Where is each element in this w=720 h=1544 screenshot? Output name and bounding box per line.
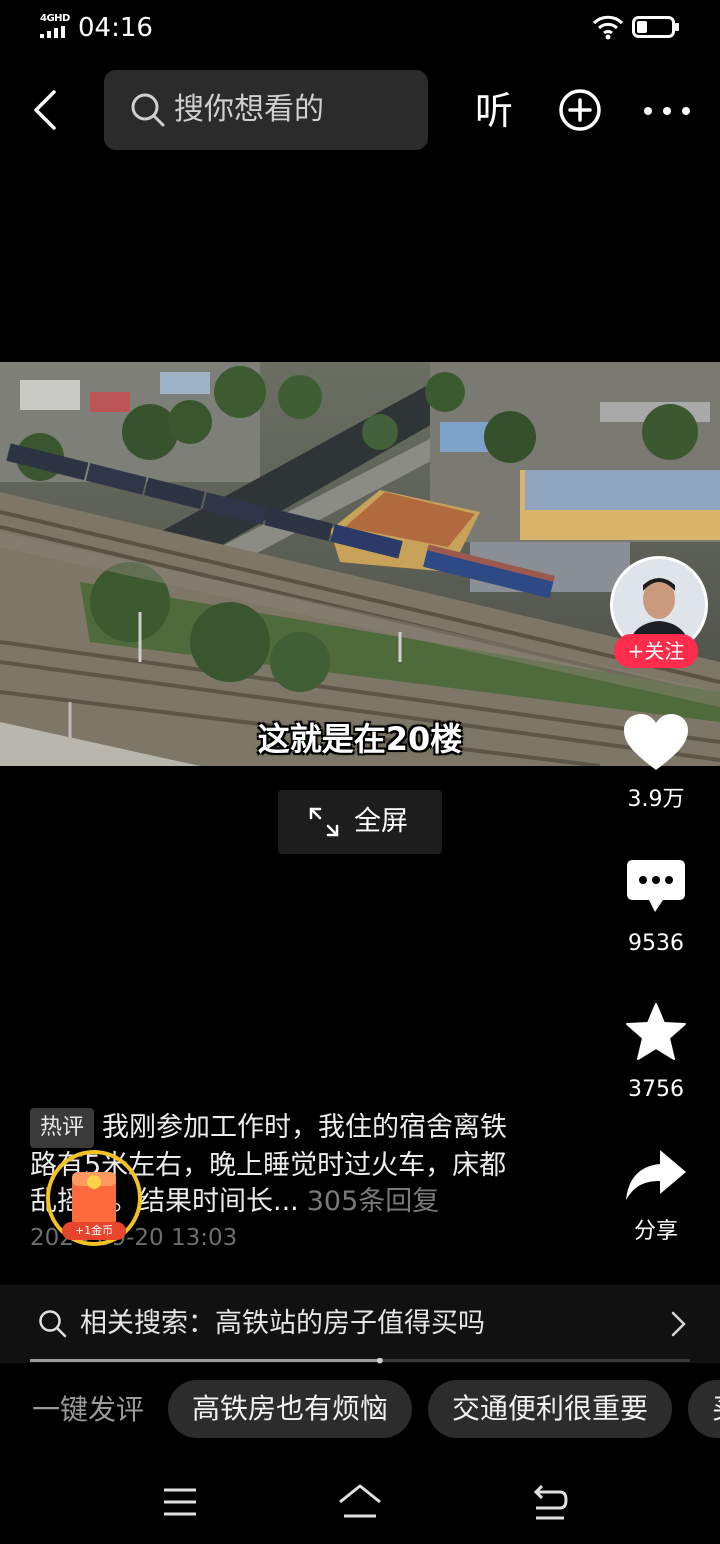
star-icon bbox=[626, 1003, 686, 1060]
like-count: 3.9万 bbox=[627, 787, 685, 812]
comment-count: 9536 bbox=[628, 931, 684, 956]
system-nav-bar bbox=[0, 1460, 720, 1544]
favorite-button[interactable]: 3756 bbox=[606, 1002, 706, 1104]
fullscreen-label: 全屏 bbox=[354, 806, 408, 837]
share-arrow-icon bbox=[626, 1150, 686, 1200]
battery-icon bbox=[632, 16, 679, 38]
wifi-icon bbox=[592, 15, 624, 40]
reply-count[interactable]: 305条回复 bbox=[307, 1186, 440, 1217]
fullscreen-button[interactable]: 全屏 bbox=[278, 790, 442, 854]
favorite-count: 3756 bbox=[628, 1077, 684, 1102]
coin-label: +1金币 bbox=[74, 1224, 114, 1237]
progress-knob bbox=[376, 1358, 383, 1364]
hot-comment-badge: 热评 bbox=[30, 1108, 94, 1148]
listen-button[interactable]: 听 bbox=[470, 86, 518, 136]
back-arrow-icon[interactable] bbox=[26, 86, 70, 134]
comment-line-1[interactable]: 我刚参加工作时，我住的宿舍离铁 bbox=[102, 1110, 507, 1146]
more-options-icon[interactable] bbox=[642, 96, 692, 126]
heart-icon bbox=[624, 714, 688, 770]
quick-chip-3[interactable]: 买 bbox=[688, 1380, 720, 1438]
network-type: 4GHD bbox=[40, 13, 70, 24]
chevron-right-icon bbox=[671, 1311, 686, 1337]
back-nav-icon[interactable] bbox=[530, 1484, 570, 1522]
video-player[interactable] bbox=[0, 362, 720, 766]
home-icon[interactable] bbox=[336, 1482, 384, 1522]
search-icon bbox=[39, 1310, 67, 1338]
search-placeholder: 搜你想看的 bbox=[174, 92, 324, 127]
progress-fill bbox=[30, 1359, 380, 1362]
add-circle-icon[interactable] bbox=[556, 86, 604, 134]
related-search-bar[interactable]: 相关搜索：高铁站的房子值得买吗 bbox=[0, 1285, 720, 1363]
comment-bubble-icon bbox=[627, 860, 685, 912]
expand-icon bbox=[309, 807, 339, 837]
quick-comment-label: 一键发评 bbox=[32, 1393, 145, 1426]
menu-icon[interactable] bbox=[162, 1486, 198, 1518]
video-progress-bar[interactable] bbox=[30, 1358, 690, 1364]
related-search-text: 相关搜索：高铁站的房子值得买吗 bbox=[80, 1308, 485, 1339]
quick-chip-1[interactable]: 高铁房也有烦恼 bbox=[168, 1380, 412, 1438]
comment-button[interactable]: 9536 bbox=[606, 858, 706, 958]
share-button[interactable]: 分享 bbox=[606, 1146, 706, 1246]
signal-icon bbox=[40, 26, 65, 38]
coin-reward-widget[interactable]: +1金币 bbox=[44, 1148, 144, 1248]
share-label: 分享 bbox=[633, 1219, 678, 1244]
like-button[interactable]: 3.9万 bbox=[606, 712, 706, 814]
search-bar[interactable]: 搜你想看的 bbox=[104, 70, 428, 150]
follow-button[interactable]: +关注 bbox=[614, 634, 698, 668]
video-frame bbox=[0, 362, 720, 766]
status-bar: 4GHD 04:16 bbox=[0, 0, 720, 56]
clock: 04:16 bbox=[78, 13, 153, 43]
search-icon bbox=[131, 93, 165, 127]
quick-chip-2[interactable]: 交通便利很重要 bbox=[428, 1380, 672, 1438]
